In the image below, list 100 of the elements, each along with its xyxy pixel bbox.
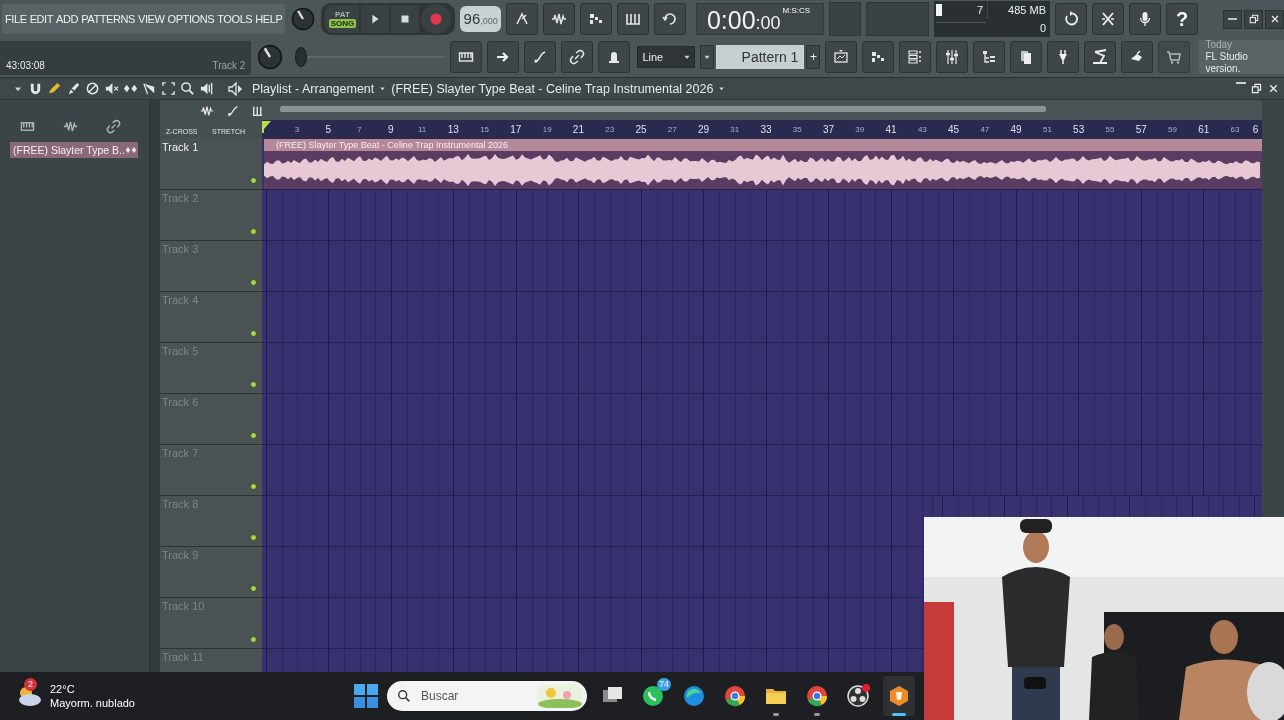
track-header[interactable]: Track 1 — [160, 139, 262, 190]
menu-item[interactable]: FILE — [5, 13, 27, 25]
minimize-button[interactable] — [1223, 9, 1242, 29]
bar-number: 33 — [759, 124, 773, 135]
curve-icon[interactable] — [226, 104, 240, 118]
news-text[interactable]: FL Studio version. — [1205, 51, 1284, 75]
pattern-menu-button[interactable] — [700, 45, 715, 69]
led-icon[interactable] — [249, 635, 258, 644]
led-icon[interactable] — [249, 482, 258, 491]
magnet-icon[interactable] — [28, 81, 43, 96]
zoom-icon[interactable] — [180, 81, 195, 96]
microphone-icon — [1137, 11, 1153, 27]
toolbar-button[interactable] — [505, 3, 538, 35]
arrangement-name[interactable]: (FREE) Slayter Type Beat - Celine Trap Instrumental 2026 — [391, 81, 714, 96]
toolbar-button[interactable] — [561, 41, 594, 73]
stop-button[interactable] — [391, 5, 420, 33]
weather-text[interactable]: Mayorm. nublado — [50, 696, 135, 710]
search-field[interactable]: Buscar — [387, 681, 587, 711]
mode-toggle[interactable]: PAT SONG — [325, 5, 360, 33]
tempo-display[interactable]: 96,000 — [460, 6, 501, 32]
toolbar-button[interactable] — [1010, 41, 1043, 73]
snap-dropdown[interactable]: Line — [637, 46, 696, 68]
led-icon[interactable] — [249, 227, 258, 236]
bar-number: 59 — [1167, 125, 1178, 134]
wave-icon[interactable] — [63, 119, 78, 134]
menu-item[interactable]: ADD — [56, 13, 79, 25]
toolbar-button[interactable] — [653, 3, 686, 35]
led-icon[interactable] — [249, 431, 258, 440]
selection-icon[interactable] — [161, 81, 176, 96]
scrollbar[interactable] — [262, 100, 1262, 120]
keyboard-icon[interactable] — [20, 119, 35, 134]
close-icon[interactable] — [1267, 82, 1280, 95]
start-button[interactable] — [354, 684, 378, 708]
timeline-ruler[interactable]: 3 5 7 9 11 13 15 17 19 21 23 25 27 29 31 33 35 37 39 41 43 45 47 49 51 53 55 57 59 61 63 6 — [262, 120, 1262, 139]
window-title: Playlist - Arrangement — [252, 81, 375, 96]
toolbar-button[interactable] — [899, 41, 932, 73]
bar-number: 35 — [791, 125, 803, 134]
led-icon[interactable] — [249, 584, 258, 593]
led-icon[interactable] — [249, 176, 258, 185]
toolbar-button[interactable] — [450, 41, 483, 73]
knob-icon[interactable] — [256, 43, 285, 71]
add-pattern-button[interactable]: + — [806, 45, 821, 69]
toolbar-button[interactable] — [598, 41, 631, 73]
speaker-icon[interactable] — [199, 81, 214, 96]
wave-icon[interactable] — [200, 104, 214, 118]
toolbar-button[interactable] — [936, 41, 969, 73]
toolbar-button[interactable] — [1092, 3, 1124, 35]
menu-item[interactable]: VIEW — [138, 13, 165, 25]
pencil-icon[interactable] — [47, 81, 62, 96]
temperature[interactable]: 22°C — [50, 682, 135, 696]
toolbar-button[interactable] — [1084, 41, 1117, 73]
scrollbar[interactable] — [150, 100, 160, 672]
knob-icon[interactable] — [290, 6, 317, 32]
speaker-icon[interactable] — [228, 80, 244, 97]
brush-icon[interactable] — [66, 81, 81, 96]
link-icon[interactable] — [106, 119, 121, 134]
led-icon[interactable] — [249, 329, 258, 338]
toolbar-button[interactable] — [1047, 41, 1080, 73]
menu-item[interactable]: HELP — [255, 13, 283, 25]
led-icon[interactable] — [249, 380, 258, 389]
caret-icon[interactable] — [717, 84, 727, 93]
toolbar-button[interactable] — [862, 41, 895, 73]
toolbar-button[interactable] — [524, 41, 557, 73]
toolbar-button[interactable] — [579, 3, 612, 35]
loop-icon — [661, 11, 678, 27]
toolbar-button[interactable] — [973, 41, 1006, 73]
menu-item[interactable]: TOOLS — [217, 13, 253, 25]
scroll-thumb[interactable] — [280, 106, 1046, 112]
toolbar-button[interactable] — [542, 3, 575, 35]
pattern-selector[interactable]: Pattern 1 — [716, 45, 805, 69]
caret-icon[interactable] — [378, 84, 388, 93]
slice-icon[interactable] — [142, 81, 157, 96]
bar-number: 39 — [854, 125, 866, 134]
help-button[interactable]: ? — [1166, 3, 1198, 35]
led-icon[interactable] — [249, 533, 258, 542]
bar-number: 11 — [416, 125, 428, 134]
slider-thumb[interactable] — [295, 47, 308, 67]
toolbar-button[interactable] — [1055, 3, 1087, 35]
ban-icon[interactable] — [85, 81, 100, 96]
toolbar-button[interactable] — [487, 41, 520, 73]
taskbar-app[interactable] — [883, 676, 915, 716]
restore-button[interactable] — [1244, 9, 1263, 29]
bar-number: 61 — [1197, 124, 1211, 135]
bar-number: 21 — [571, 124, 585, 135]
pitch-slider[interactable] — [295, 47, 446, 67]
restore-icon[interactable] — [1250, 82, 1263, 95]
bar-number: 45 — [947, 124, 961, 135]
menu-item[interactable]: OPTIONS — [167, 13, 215, 25]
track-lane[interactable] — [924, 496, 1262, 517]
mute-icon[interactable] — [104, 81, 119, 96]
toolbar-button[interactable] — [1121, 41, 1154, 73]
menu-item[interactable]: PATTERNS — [81, 13, 135, 25]
menu-item[interactable]: EDIT — [29, 13, 54, 25]
led-icon[interactable] — [249, 278, 258, 287]
close-button[interactable] — [1265, 9, 1284, 29]
picker-item[interactable]: (FREE) Slayter Type B.. — [10, 142, 138, 158]
toolbar-button[interactable] — [1129, 3, 1161, 35]
play-button[interactable] — [361, 5, 390, 33]
toolbar-button[interactable] — [616, 3, 649, 35]
toolbar-button[interactable] — [825, 41, 858, 73]
